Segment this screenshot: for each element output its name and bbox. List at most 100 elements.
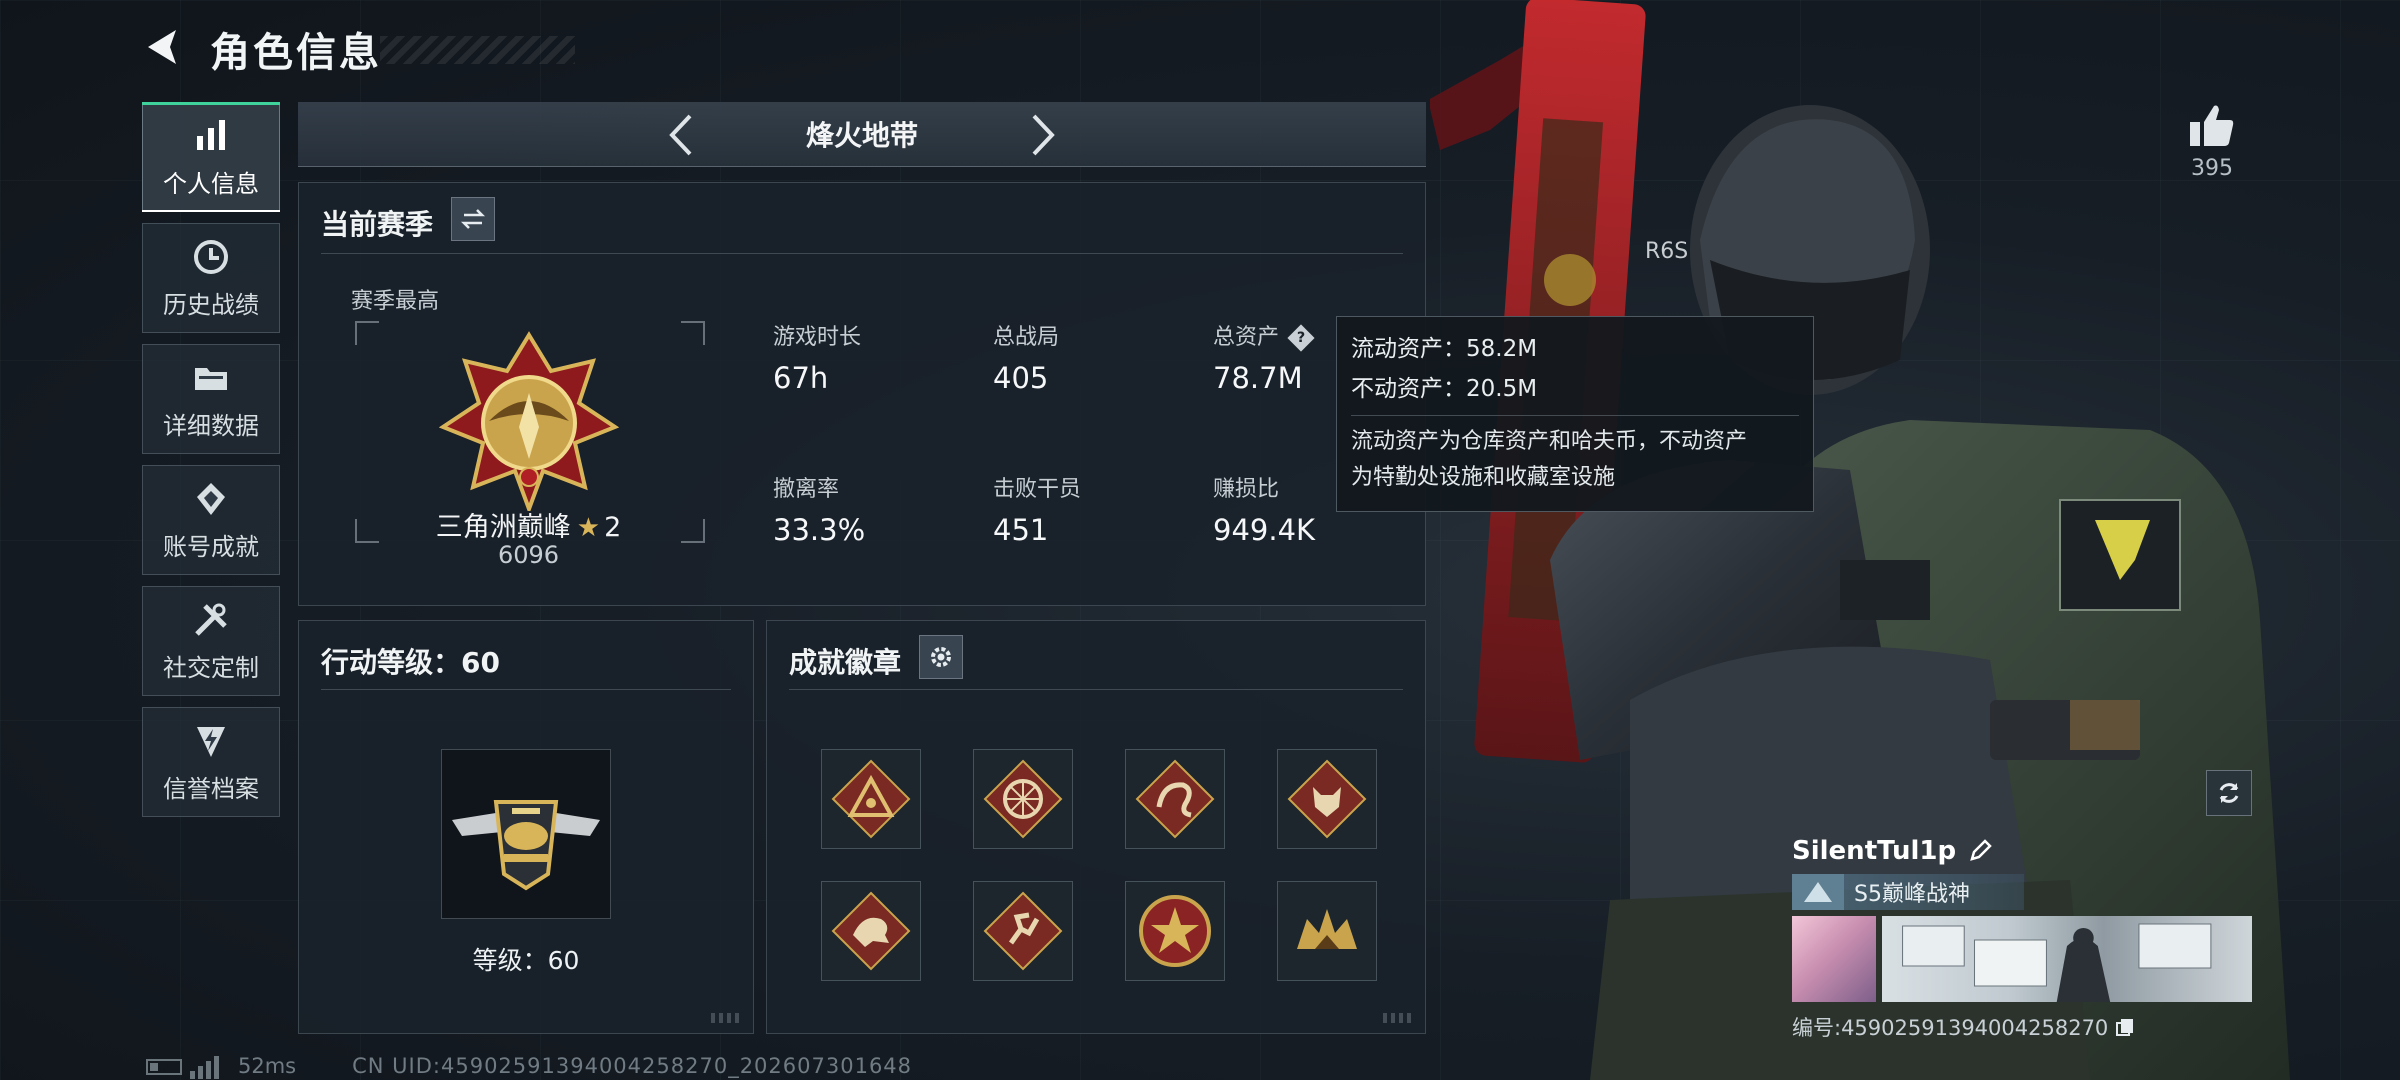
svg-text:R6S: R6S	[1645, 239, 1688, 264]
help-icon[interactable]: ?	[1287, 324, 1315, 352]
stat-value: 33.3%	[773, 513, 866, 547]
swap-icon	[460, 209, 486, 229]
corner-decoration	[1383, 1013, 1413, 1023]
title-decoration	[380, 36, 575, 64]
battery-icon	[146, 1059, 182, 1075]
profile-card: SilentTul1p S5巅峰战神 编号:459025913940042582…	[1792, 836, 2252, 1042]
helicopter-wings-emblem-icon	[452, 800, 600, 891]
clock-icon	[194, 239, 228, 274]
status-bar: 52ms CN UID:4590259139400425827​0_2026073…	[146, 1054, 912, 1079]
bar-chart-icon	[197, 119, 225, 150]
page-title: 角色信息	[210, 30, 382, 76]
player-id-row: 编号:4590259139400425827​0	[1792, 1012, 2252, 1042]
achievement-badges-panel: 成就徽章	[766, 620, 1426, 1034]
shield-lightning-icon	[197, 726, 225, 757]
tooltip-liquid-assets: 流动资产：58.2M	[1351, 336, 1538, 362]
rank-name-row: 三角洲巅峰 ★ 2	[351, 505, 706, 544]
nav-item-account-achievements[interactable]: 账号成就	[142, 465, 280, 575]
tooltip-description-line1: 流动资产为仓库资产和哈夫币，不动资产	[1351, 429, 1748, 454]
stat-value: 78.7M	[1213, 361, 1303, 395]
edit-icon[interactable]	[1966, 837, 1994, 865]
divider	[321, 689, 731, 690]
star-seal-badge-icon	[1139, 895, 1211, 967]
profile-images	[1792, 916, 2252, 1002]
banner-art	[1902, 923, 2212, 1002]
stat-total-matches: 总战局 405	[993, 319, 1059, 395]
username-row: SilentTul1p	[1792, 836, 2252, 866]
like-count: 395	[2191, 156, 2233, 181]
achievement-badge[interactable]	[1277, 881, 1377, 981]
stat-extraction-rate: 撤离率 33.3%	[773, 471, 865, 547]
stat-label: 总战局	[993, 325, 1060, 350]
star-icon: ★	[576, 513, 601, 543]
side-nav: 个人信息 历史战绩 详细数据 账号成就 社交定制 信誉档案	[142, 102, 280, 828]
nav-item-personal-info[interactable]: 个人信息	[142, 102, 280, 212]
tooltip-divider	[1351, 415, 1799, 416]
name-card-banner[interactable]	[1882, 916, 2252, 1002]
stat-value: 949.4K	[1213, 513, 1316, 547]
achievement-badge[interactable]	[1125, 881, 1225, 981]
rank-name: 三角洲巅峰	[435, 512, 571, 543]
achievement-badge[interactable]	[973, 881, 1073, 981]
rank-score: 6096	[497, 541, 560, 569]
action-level-panel: 行动等级：60 等级：60	[298, 620, 754, 1034]
season-header: 当前赛季	[321, 208, 434, 241]
nav-label: 历史战绩	[163, 290, 259, 319]
season-switch-button[interactable]	[451, 197, 495, 241]
signal-icon	[190, 1055, 222, 1079]
player-title: S5巅峰战神	[1854, 882, 1970, 907]
achievement-badge[interactable]	[973, 749, 1073, 849]
stat-value: 67h	[773, 361, 829, 395]
mode-selector: 烽火地带	[298, 102, 1426, 167]
thumbs-up-icon[interactable]	[2184, 98, 2240, 154]
season-best-label: 赛季最高	[351, 289, 440, 314]
stat-value: 405	[993, 361, 1049, 395]
nav-label: 信誉档案	[163, 774, 259, 803]
serpent-badge-icon	[1135, 759, 1215, 839]
badges-settings-button[interactable]	[919, 635, 963, 679]
avatar[interactable]	[1792, 916, 1876, 1002]
rank-stars: 2	[604, 512, 622, 543]
copy-icon[interactable]	[2114, 1016, 2136, 1038]
refresh-button[interactable]	[2206, 770, 2252, 816]
nav-label: 社交定制	[163, 653, 259, 682]
stat-total-assets: 总资产? 78.7M	[1213, 319, 1315, 395]
wrench-icon	[195, 603, 227, 636]
stat-label: 总资产?	[1213, 319, 1315, 352]
stat-label-text: 总资产	[1213, 325, 1280, 350]
divider	[789, 689, 1403, 690]
triangle-eye-badge-icon	[831, 759, 911, 839]
badges-header: 成就徽章	[789, 646, 902, 679]
stat-label: 撤离率	[773, 477, 840, 502]
nav-item-social-customization[interactable]: 社交定制	[142, 586, 280, 696]
chevron-right-icon[interactable]	[1016, 110, 1066, 160]
ping-value: 52ms	[238, 1054, 297, 1078]
back-arrow-icon[interactable]	[140, 24, 186, 70]
title-emblem-icon	[1792, 874, 1844, 910]
achievement-badge[interactable]	[1125, 749, 1225, 849]
dragon-badge-icon	[831, 891, 911, 971]
nav-label: 账号成就	[163, 532, 259, 561]
achievement-badge[interactable]	[821, 881, 921, 981]
refresh-icon	[2219, 783, 2239, 803]
nav-item-credit-record[interactable]: 信誉档案	[142, 707, 280, 817]
stat-label: 游戏时长	[773, 325, 862, 350]
action-level-header: 行动等级：60	[321, 646, 500, 679]
wolf-badge-icon	[1287, 759, 1367, 839]
folder-icon	[195, 367, 227, 390]
medal-icon	[197, 482, 225, 515]
achievement-badge[interactable]	[821, 749, 921, 849]
achievement-badge[interactable]	[1277, 749, 1377, 849]
stat-play-time: 游戏时长 67h	[773, 319, 861, 395]
gear-icon	[931, 647, 951, 667]
username: SilentTul1p	[1792, 836, 1957, 866]
nav-item-match-history[interactable]: 历史战绩	[142, 223, 280, 333]
current-season-panel: 当前赛季 赛季最高 三角洲巅峰 ★ 2 6096 游戏时长 67h 总战局 405 …	[298, 182, 1426, 606]
nav-item-detailed-data[interactable]: 详细数据	[142, 344, 280, 454]
beast-badge-icon	[1297, 909, 1357, 949]
stat-operators-defeated: 击败干员 451	[993, 471, 1081, 547]
level-emblem-box	[441, 749, 611, 919]
player-id: 编号:4590259139400425827​0	[1792, 1016, 2109, 1040]
level-caption: 等级：60	[472, 946, 580, 975]
rank-emblem-icon	[439, 331, 619, 511]
